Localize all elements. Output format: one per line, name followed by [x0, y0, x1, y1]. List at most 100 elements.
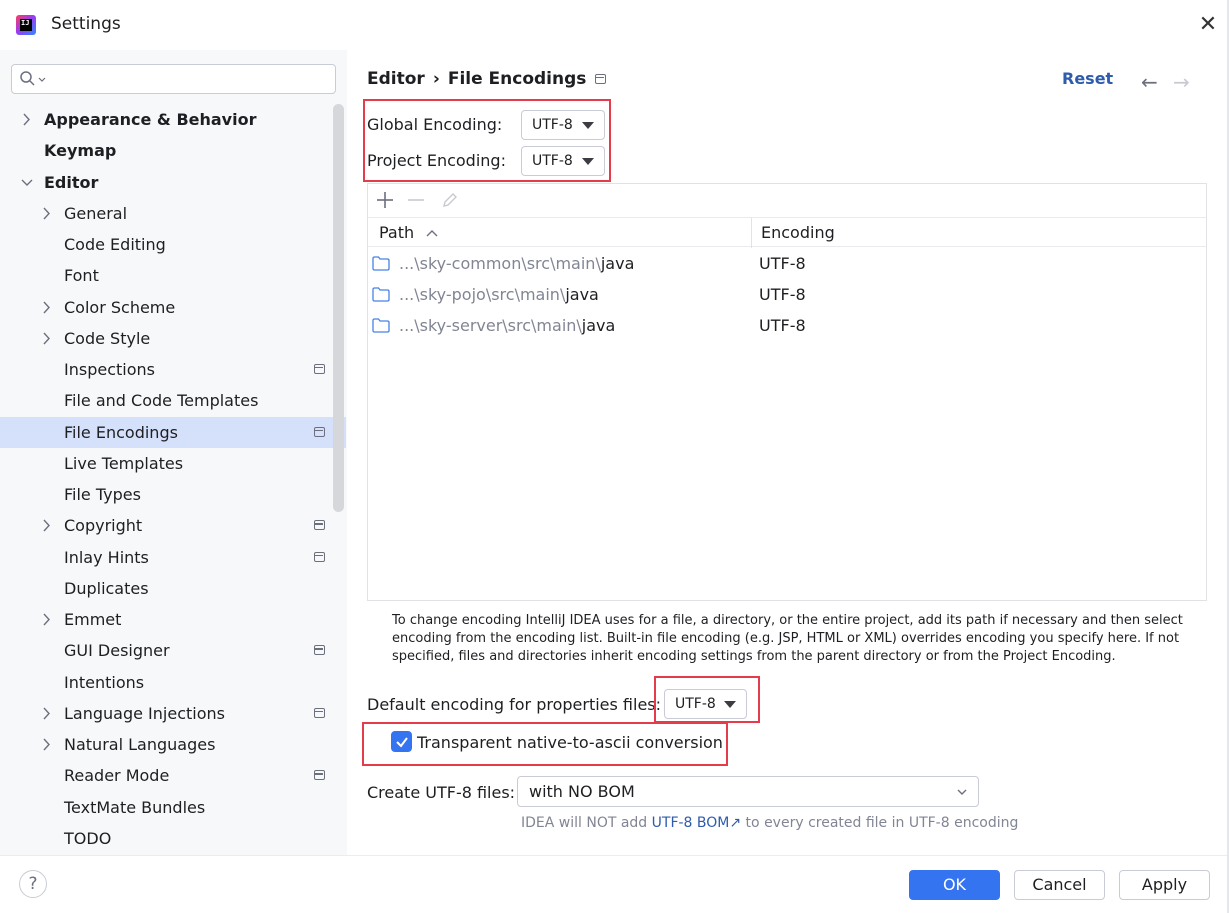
sidebar-item-editor[interactable]: Editor [0, 167, 346, 198]
project-scope-icon [314, 520, 325, 531]
chevron-right-icon[interactable] [40, 292, 54, 323]
sidebar-item-label: File Encodings [64, 422, 178, 442]
sidebar-item-file-types[interactable]: File Types [0, 479, 346, 510]
encoding-cell[interactable]: UTF-8 [759, 279, 806, 310]
sidebar-item-label: Reader Mode [64, 766, 170, 786]
sidebar-item-label: Appearance & Behavior [44, 110, 257, 129]
table-row[interactable]: ...\sky-server\src\main\java UTF-8 [368, 310, 1206, 341]
sidebar-item-label: Language Injections [64, 703, 225, 723]
project-scope-icon [314, 770, 325, 781]
table-row[interactable]: ...\sky-pojo\src\main\java UTF-8 [368, 279, 1206, 310]
path-encoding-table: Path Encoding ...\sky-common\src\main\ja… [367, 183, 1207, 601]
chevron-right-icon[interactable] [40, 604, 54, 635]
utf8-bom-link[interactable]: UTF-8 BOM [652, 815, 730, 831]
close-icon[interactable]: ✕ [1196, 13, 1220, 37]
sidebar-item-label: Intentions [64, 672, 145, 692]
ok-button[interactable]: OK [909, 870, 1000, 900]
project-scope-icon [314, 426, 325, 437]
table-header: Path Encoding [368, 217, 1206, 248]
sidebar-item-textmate-bundles[interactable]: TextMate Bundles [0, 792, 346, 823]
sidebar-item-label: TODO [64, 828, 112, 848]
chevron-down-icon [957, 789, 967, 795]
breadcrumb-parent[interactable]: Editor [367, 69, 425, 89]
sidebar-item-intentions[interactable]: Intentions [0, 667, 346, 698]
utf8-bom-hint: IDEA will NOT add UTF-8 BOM↗ to every cr… [521, 815, 1019, 831]
folder-icon [372, 256, 390, 271]
back-arrow-icon[interactable]: ← [1141, 70, 1158, 94]
column-path[interactable]: Path [379, 218, 439, 248]
sidebar-scrollbar[interactable] [333, 104, 344, 512]
chevron-right-icon[interactable] [40, 510, 54, 541]
encoding-cell[interactable]: UTF-8 [759, 310, 806, 341]
forward-arrow-icon[interactable]: → [1173, 70, 1190, 94]
chevron-right-icon[interactable] [40, 198, 54, 229]
sort-ascending-icon [426, 230, 438, 237]
sidebar-item-gui-designer[interactable]: GUI Designer [0, 635, 346, 666]
sidebar-item-label: Inspections [64, 360, 155, 379]
path-cell: ...\sky-server\src\main\java [399, 316, 616, 335]
chevron-down-icon[interactable] [20, 167, 34, 198]
help-button[interactable]: ? [19, 870, 47, 898]
window-title: Settings [51, 14, 121, 34]
sidebar-item-natural-languages[interactable]: Natural Languages [0, 729, 346, 760]
table-row[interactable]: ...\sky-common\src\main\java UTF-8 [368, 248, 1206, 279]
search-input[interactable] [11, 64, 336, 94]
sidebar-item-color-scheme[interactable]: Color Scheme [0, 292, 346, 323]
intellij-logo-icon: IJ [16, 15, 36, 35]
project-scope-icon [314, 645, 325, 656]
sidebar-item-language-injections[interactable]: Language Injections [0, 698, 346, 729]
sidebar-item-reader-mode[interactable]: Reader Mode [0, 760, 346, 791]
sidebar-item-keymap[interactable]: Keymap [0, 135, 346, 166]
chevron-right-icon[interactable] [20, 104, 34, 135]
external-link-icon: ↗ [729, 815, 742, 831]
sidebar-item-label: Natural Languages [64, 735, 216, 754]
sidebar-item-label: GUI Designer [64, 641, 170, 661]
sidebar-item-label: Duplicates [64, 578, 149, 598]
sidebar-item-label: Code Editing [64, 235, 166, 254]
apply-button[interactable]: Apply [1119, 870, 1210, 900]
sidebar-item-label: Emmet [64, 610, 122, 629]
sidebar-item-label: Copyright [64, 516, 143, 536]
path-cell: ...\sky-common\src\main\java [399, 254, 635, 273]
project-scope-icon [314, 364, 325, 374]
annotation-box-native-ascii [362, 722, 728, 766]
column-divider[interactable] [751, 218, 752, 248]
sidebar-item-label: Color Scheme [64, 297, 176, 317]
sidebar-item-general[interactable]: General [0, 198, 346, 229]
chevron-right-icon[interactable] [40, 729, 54, 760]
edit-pencil-icon[interactable] [438, 188, 462, 212]
sidebar-item-font[interactable]: Font [0, 260, 346, 291]
remove-icon[interactable] [404, 188, 428, 212]
breadcrumb: Editor › File Encodings [367, 69, 586, 89]
sidebar-item-file-encodings[interactable]: File Encodings [0, 416, 346, 448]
breadcrumb-separator: › [432, 69, 440, 89]
title-bar: IJ Settings ✕ [0, 0, 1229, 50]
project-scope-icon [314, 551, 325, 562]
encoding-cell[interactable]: UTF-8 [759, 248, 806, 279]
folder-icon [372, 287, 390, 302]
sidebar-item-label: Keymap [44, 141, 117, 161]
column-encoding[interactable]: Encoding [761, 218, 835, 248]
sidebar-item-copyright[interactable]: Copyright [0, 510, 346, 541]
chevron-right-icon[interactable] [40, 323, 54, 354]
add-icon[interactable] [373, 188, 397, 212]
sidebar-item-label: Inlay Hints [64, 547, 149, 567]
sidebar-item-appearance-behavior[interactable]: Appearance & Behavior [0, 104, 346, 135]
utf8-bom-combo[interactable]: with NO BOM [517, 776, 979, 807]
settings-sidebar: Appearance & Behavior Keymap Editor General… [0, 50, 347, 855]
sidebar-item-todo[interactable]: TODO [0, 823, 346, 854]
chevron-right-icon[interactable] [40, 698, 54, 729]
sidebar-item-duplicates[interactable]: Duplicates [0, 573, 346, 604]
sidebar-item-code-editing[interactable]: Code Editing [0, 229, 346, 260]
sidebar-item-live-templates[interactable]: Live Templates [0, 448, 346, 479]
sidebar-item-inlay-hints[interactable]: Inlay Hints [0, 542, 346, 573]
reset-link[interactable]: Reset [1062, 69, 1113, 88]
folder-icon [372, 318, 390, 333]
sidebar-item-code-style[interactable]: Code Style [0, 323, 346, 354]
sidebar-item-inspections[interactable]: Inspections [0, 354, 346, 385]
annotation-box-properties [654, 676, 760, 723]
sidebar-item-emmet[interactable]: Emmet [0, 604, 346, 635]
breadcrumb-current: File Encodings [447, 69, 587, 89]
cancel-button[interactable]: Cancel [1014, 870, 1105, 900]
sidebar-item-file-and-code-templates[interactable]: File and Code Templates [0, 385, 346, 416]
